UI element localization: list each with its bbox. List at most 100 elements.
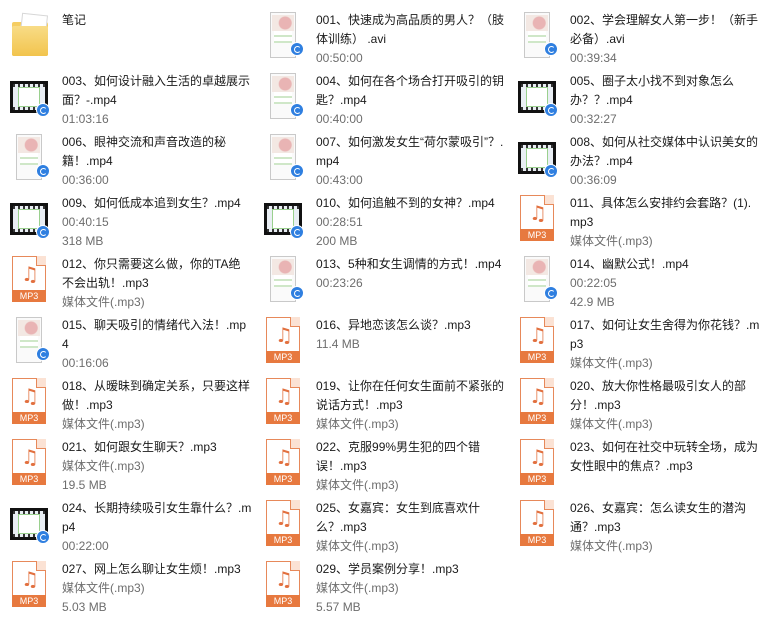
mp3-file-icon: ♫ MP3 (264, 317, 302, 365)
media-badge-icon (290, 103, 304, 117)
file-info: 011、具体怎么安排约会套路？(1).mp3 媒体文件(.mp3) (570, 191, 760, 251)
file-item[interactable]: 003、如何设计融入生活的卓越展示面？-.mp4 01:03:16 (0, 69, 254, 130)
file-info: 002、学会理解女人第一步！（新手必备）.avi 00:39:34 (570, 8, 760, 68)
file-info: 004、如何在各个场合打开吸引的钥匙？.mp4 00:40:00 (316, 69, 506, 129)
file-size: 318 MB (62, 234, 104, 248)
file-name: 005、圈子太小找不到对象怎么办？？.mp4 (570, 74, 735, 107)
video-thumbnail-icon (518, 134, 558, 182)
file-info: 笔记 (62, 8, 252, 30)
file-item[interactable]: 013、5种和女生调情的方式！.mp4 00:23:26 (254, 252, 508, 313)
file-name: 029、学员案例分享！.mp3 (316, 562, 459, 576)
file-name: 001、快速成为高品质的男人？（肢体训练） .avi (316, 13, 505, 46)
mp3-file-icon: ♫ MP3 (10, 378, 48, 426)
file-item[interactable]: 005、圈子太小找不到对象怎么办？？.mp4 00:32:27 (508, 69, 762, 130)
video-thumbnail-icon (264, 73, 304, 121)
file-name: 026、女嘉宾：怎么读女生的潜沟通？.mp3 (570, 501, 747, 534)
file-info: 010、如何追触不到的女神？.mp4 00:28:51 200 MB (316, 191, 506, 251)
file-item[interactable]: 009、如何低成本追到女生？.mp4 00:40:15 318 MB (0, 191, 254, 252)
file-info: 012、你只需要这么做，你的TA绝不会出轨！.mp3 媒体文件(.mp3) (62, 252, 252, 312)
file-name: 016、异地恋该怎么谈？.mp3 (316, 318, 471, 332)
file-meta: 00:40:15 (62, 215, 109, 229)
file-name: 025、女嘉宾：女生到底喜欢什么？.mp3 (316, 501, 481, 534)
file-info: 006、眼神交流和声音改造的秘籍！.mp4 00:36:00 (62, 130, 252, 190)
file-item[interactable]: ♫ MP3 020、放大你性格最吸引女人的部分！.mp3 媒体文件(.mp3) (508, 374, 762, 435)
file-info: 026、女嘉宾：怎么读女生的潜沟通？.mp3 媒体文件(.mp3) (570, 496, 760, 556)
file-item[interactable]: ♫ MP3 022、克服99%男生犯的四个错误！.mp3 媒体文件(.mp3) (254, 435, 508, 496)
media-badge-icon (36, 530, 50, 544)
file-item[interactable]: 004、如何在各个场合打开吸引的钥匙？.mp4 00:40:00 (254, 69, 508, 130)
file-item[interactable]: 014、幽默公式！.mp4 00:22:05 42.9 MB (508, 252, 762, 313)
file-meta: 媒体文件(.mp3) (316, 539, 399, 553)
media-badge-icon (544, 42, 558, 56)
video-thumbnail-icon (10, 134, 50, 182)
file-name: 019、让你在任何女生面前不紧张的说话方式！.mp3 (316, 379, 505, 412)
file-meta: 00:32:27 (570, 112, 617, 126)
file-item[interactable]: ♫ MP3 029、学员案例分享！.mp3 媒体文件(.mp3) 5.57 MB (254, 557, 508, 618)
file-info: 019、让你在任何女生面前不紧张的说话方式！.mp3 媒体文件(.mp3) (316, 374, 506, 434)
file-item[interactable]: ♫ MP3 025、女嘉宾：女生到底喜欢什么？.mp3 媒体文件(.mp3) (254, 496, 508, 557)
file-item[interactable]: ♫ MP3 016、异地恋该怎么谈？.mp3 11.4 MB (254, 313, 508, 374)
mp3-file-icon: ♫ MP3 (264, 378, 302, 426)
file-info: 008、如何从社交媒体中认识美女的办法？.mp4 00:36:09 (570, 130, 760, 190)
file-item[interactable]: 001、快速成为高品质的男人？（肢体训练） .avi 00:50:00 (254, 8, 508, 69)
file-info: 003、如何设计融入生活的卓越展示面？-.mp4 01:03:16 (62, 69, 252, 129)
file-item[interactable]: 010、如何追触不到的女神？.mp4 00:28:51 200 MB (254, 191, 508, 252)
file-meta: 11.4 MB (316, 337, 360, 351)
file-name: 004、如何在各个场合打开吸引的钥匙？.mp4 (316, 74, 505, 107)
file-info: 007、如何激发女生“荷尔蒙吸引”？.mp4 00:43:00 (316, 130, 506, 190)
file-meta: 00:36:09 (570, 173, 617, 187)
folder-icon (10, 12, 49, 60)
file-name: 022、克服99%男生犯的四个错误！.mp3 (316, 440, 481, 473)
mp3-file-icon: ♫ MP3 (10, 561, 48, 609)
file-item[interactable]: ♫ MP3 011、具体怎么安排约会套路？(1).mp3 媒体文件(.mp3) (508, 191, 762, 252)
mp3-file-icon: ♫ MP3 (518, 378, 556, 426)
file-info: 021、如何跟女生聊天？.mp3 媒体文件(.mp3) 19.5 MB (62, 435, 252, 495)
mp3-file-icon: ♫ MP3 (518, 500, 556, 548)
mp3-file-icon: ♫ MP3 (10, 439, 48, 487)
file-size: 200 MB (316, 234, 358, 248)
file-item[interactable]: 007、如何激发女生“荷尔蒙吸引”？.mp4 00:43:00 (254, 130, 508, 191)
file-item[interactable]: ♫ MP3 017、如何让女生舍得为你花钱？.mp3 媒体文件(.mp3) (508, 313, 762, 374)
media-badge-icon (36, 164, 50, 178)
media-badge-icon (290, 225, 304, 239)
file-info: 016、异地恋该怎么谈？.mp3 11.4 MB (316, 313, 506, 354)
file-meta: 00:28:51 (316, 215, 363, 229)
media-badge-icon (544, 164, 558, 178)
file-item[interactable]: ♫ MP3 027、网上怎么聊让女生烦！.mp3 媒体文件(.mp3) 5.03 M… (0, 557, 254, 618)
video-thumbnail-icon (264, 12, 304, 60)
file-item[interactable]: 015、聊天吸引的情绪代入法！.mp4 00:16:06 (0, 313, 254, 374)
file-item[interactable]: ♫ MP3 019、让你在任何女生面前不紧张的说话方式！.mp3 媒体文件(.mp… (254, 374, 508, 435)
file-meta: 媒体文件(.mp3) (62, 581, 145, 595)
file-info: 005、圈子太小找不到对象怎么办？？.mp4 00:32:27 (570, 69, 760, 129)
file-item[interactable]: ♫ MP3 026、女嘉宾：怎么读女生的潜沟通？.mp3 媒体文件(.mp3) (508, 496, 762, 557)
file-item[interactable]: 002、学会理解女人第一步！（新手必备）.avi 00:39:34 (508, 8, 762, 69)
file-info: 024、长期持续吸引女生靠什么？.mp4 00:22:00 (62, 496, 252, 556)
video-thumbnail-icon (264, 134, 304, 182)
media-badge-icon (544, 286, 558, 300)
video-thumbnail-icon (10, 73, 50, 121)
video-thumbnail-icon (518, 73, 558, 121)
file-meta: 媒体文件(.mp3) (62, 295, 145, 309)
file-name: 027、网上怎么聊让女生烦！.mp3 (62, 562, 241, 576)
mp3-file-icon: ♫ MP3 (518, 317, 556, 365)
file-item[interactable]: 024、长期持续吸引女生靠什么？.mp4 00:22:00 (0, 496, 254, 557)
media-badge-icon (544, 103, 558, 117)
file-item[interactable]: 008、如何从社交媒体中认识美女的办法？.mp4 00:36:09 (508, 130, 762, 191)
file-item[interactable]: ♫ MP3 021、如何跟女生聊天？.mp3 媒体文件(.mp3) 19.5 MB (0, 435, 254, 496)
file-item[interactable]: 006、眼神交流和声音改造的秘籍！.mp4 00:36:00 (0, 130, 254, 191)
file-item[interactable]: 笔记 (0, 8, 254, 69)
file-name: 笔记 (62, 13, 87, 27)
file-item[interactable]: ♫ MP3 012、你只需要这么做，你的TA绝不会出轨！.mp3 媒体文件(.mp… (0, 252, 254, 313)
file-name: 010、如何追触不到的女神？.mp4 (316, 196, 495, 210)
file-item[interactable]: ♫ MP3 023、如何在社交中玩转全场，成为女性眼中的焦点？.mp3 (508, 435, 762, 496)
file-info: 025、女嘉宾：女生到底喜欢什么？.mp3 媒体文件(.mp3) (316, 496, 506, 556)
file-name: 018、从暧昧到确定关系，只要这样做！.mp3 (62, 379, 251, 412)
file-meta: 媒体文件(.mp3) (62, 459, 145, 473)
file-info: 029、学员案例分享！.mp3 媒体文件(.mp3) 5.57 MB (316, 557, 506, 617)
file-info: 009、如何低成本追到女生？.mp4 00:40:15 318 MB (62, 191, 252, 251)
file-item[interactable]: ♫ MP3 018、从暧昧到确定关系，只要这样做！.mp3 媒体文件(.mp3) (0, 374, 254, 435)
file-meta: 00:22:00 (62, 539, 109, 553)
file-name: 009、如何低成本追到女生？.mp4 (62, 196, 241, 210)
file-size: 42.9 MB (570, 295, 615, 309)
video-thumbnail-icon (10, 500, 50, 548)
